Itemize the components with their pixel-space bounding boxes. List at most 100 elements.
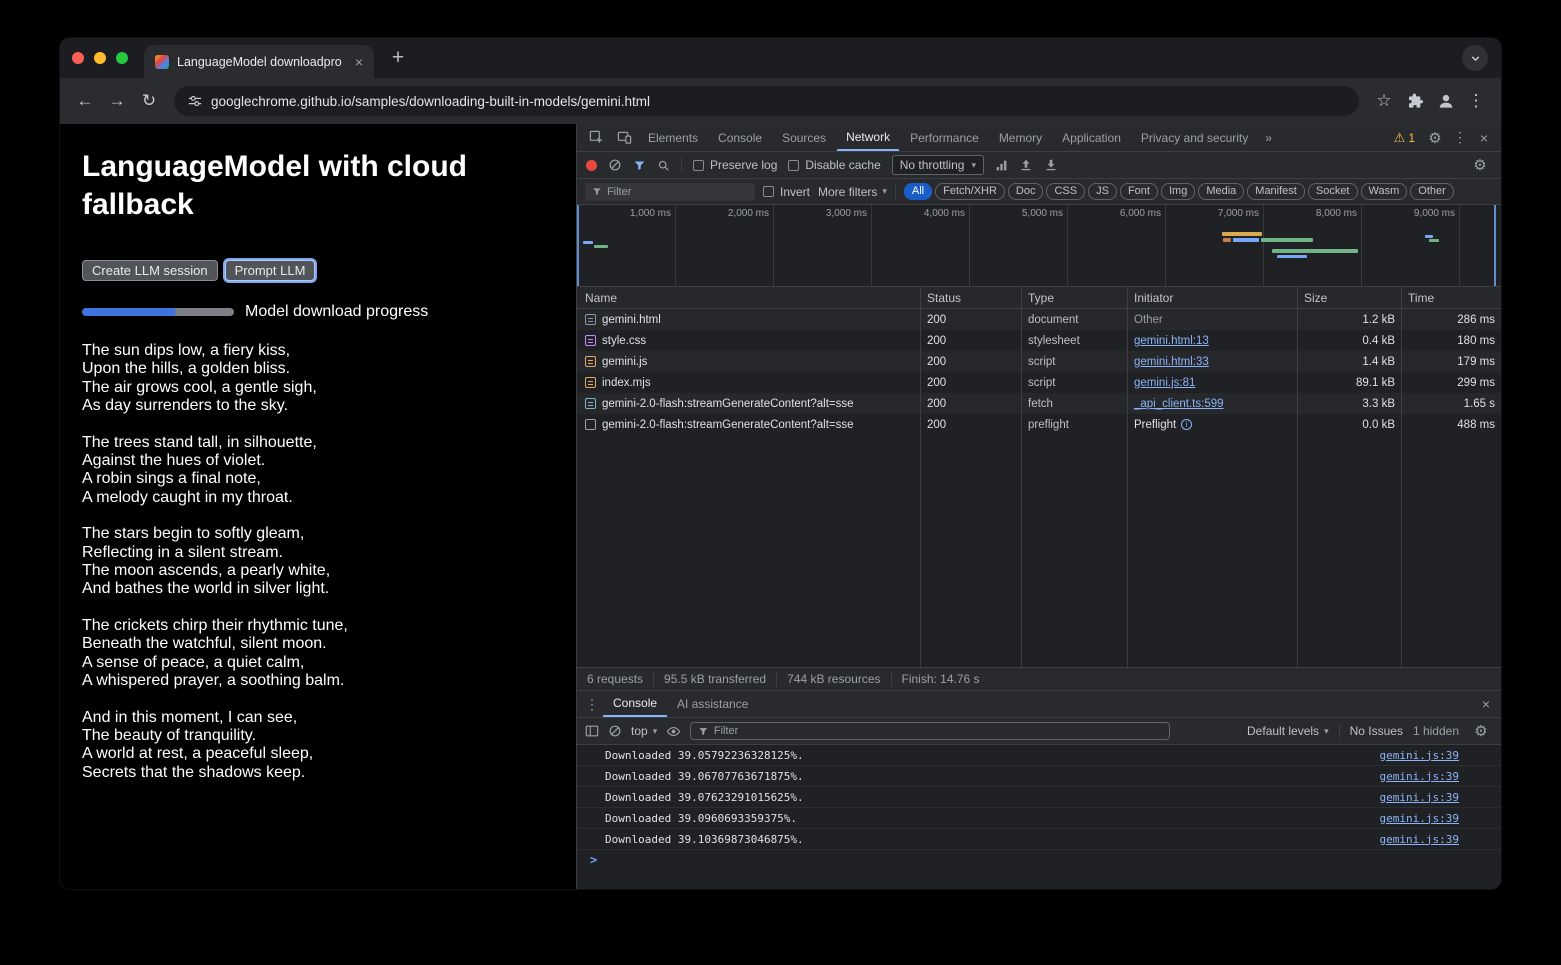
tab-performance[interactable]: Performance [901,125,988,151]
zoom-window-button[interactable] [116,52,128,64]
context-selector[interactable]: top ▾ [631,724,657,738]
record-network-log-button[interactable] [586,160,597,171]
console-source-link[interactable]: gemini.js:39 [1380,833,1459,846]
tab-sources[interactable]: Sources [773,125,835,151]
clear-console-icon[interactable] [608,724,622,738]
export-har-icon[interactable] [1044,158,1058,172]
initiator-link[interactable]: _api_client.ts:599 [1134,398,1224,410]
invert-filter-checkbox[interactable]: Invert [763,185,810,199]
console-source-link[interactable]: gemini.js:39 [1380,791,1459,804]
console-settings-icon[interactable]: ⚙ [1469,722,1493,740]
chip-all[interactable]: All [904,183,932,200]
tab-memory[interactable]: Memory [990,125,1051,151]
console-source-link[interactable]: gemini.js:39 [1380,770,1459,783]
devtools-settings-icon[interactable]: ⚙ [1423,129,1447,147]
new-tab-button[interactable]: + [384,44,412,72]
chip-other[interactable]: Other [1410,183,1454,200]
console-sidebar-icon[interactable] [585,724,599,738]
preserve-log-checkbox[interactable]: Preserve log [693,158,777,172]
create-llm-session-button[interactable]: Create LLM session [82,260,218,281]
console-filter-box[interactable] [690,722,1170,740]
column-type[interactable]: Type [1022,287,1128,308]
disable-cache-checkbox[interactable]: Disable cache [788,158,880,172]
chip-socket[interactable]: Socket [1308,183,1358,200]
more-filters-dropdown[interactable]: More filters ▾ [818,185,887,199]
drawer-menu-icon[interactable]: ⋮ [581,696,603,713]
info-icon[interactable]: i [1181,419,1192,430]
chip-media[interactable]: Media [1198,183,1244,200]
clear-network-log-icon[interactable] [608,158,622,172]
request-row-style-css[interactable]: style.css 200 stylesheet gemini.html:13 … [577,330,1501,351]
column-initiator[interactable]: Initiator [1128,287,1298,308]
bookmark-star-icon[interactable]: ☆ [1369,86,1399,116]
issues-status[interactable]: No Issues [1350,724,1403,738]
chip-font[interactable]: Font [1120,183,1158,200]
chip-fetch-xhr[interactable]: Fetch/XHR [935,183,1005,200]
timeline-left-handle[interactable] [577,205,579,286]
console-source-link[interactable]: gemini.js:39 [1380,812,1459,825]
tab-network[interactable]: Network [837,125,899,151]
tab-search-button[interactable] [1462,45,1488,71]
console-filter-input[interactable] [714,725,1162,737]
request-row-stream-generate-content[interactable]: gemini-2.0-flash:streamGenerateContent?a… [577,393,1501,414]
hidden-messages-count[interactable]: 1 hidden [1413,724,1459,738]
tab-privacy-and-security[interactable]: Privacy and security [1132,125,1257,151]
import-har-icon[interactable] [1019,158,1033,172]
chip-css[interactable]: CSS [1046,183,1085,200]
request-row-gemini-js[interactable]: gemini.js 200 script gemini.html:33 1.4 … [577,351,1501,372]
initiator-link[interactable]: gemini.html:33 [1134,356,1209,368]
drawer-close-icon[interactable]: × [1475,696,1497,712]
network-filter-box[interactable] [585,183,755,201]
log-levels-dropdown[interactable]: Default levels ▾ [1247,724,1329,738]
forward-button[interactable]: → [102,86,132,116]
request-row-index-mjs[interactable]: index.mjs 200 script gemini.js:81 89.1 k… [577,372,1501,393]
tab-elements[interactable]: Elements [639,125,707,151]
browser-menu-icon[interactable]: ⋮ [1461,86,1491,116]
initiator-link[interactable]: gemini.html:13 [1134,335,1209,347]
browser-tab[interactable]: LanguageModel downloadpro × [144,45,374,78]
device-toolbar-icon[interactable] [611,125,637,151]
column-status[interactable]: Status [921,287,1022,308]
request-row-stream-generate-content-preflight[interactable]: gemini-2.0-flash:streamGenerateContent?a… [577,414,1501,435]
chip-doc[interactable]: Doc [1008,183,1044,200]
network-settings-icon[interactable]: ⚙ [1468,156,1492,174]
back-button[interactable]: ← [70,86,100,116]
initiator-link[interactable]: gemini.js:81 [1134,377,1195,389]
network-filter-input[interactable] [607,186,748,198]
chip-img[interactable]: Img [1161,183,1195,200]
column-size[interactable]: Size [1298,287,1402,308]
profile-avatar[interactable] [1433,88,1459,114]
prompt-llm-button[interactable]: Prompt LLM [225,260,316,281]
request-row-gemini-html[interactable]: gemini.html 200 document Other 1.2 kB 28… [577,309,1501,330]
site-settings-icon[interactable] [188,94,202,108]
chip-wasm[interactable]: Wasm [1361,183,1408,200]
issues-warning-badge[interactable]: ⚠ 1 [1388,130,1421,146]
more-tabs-button[interactable]: » [1259,131,1278,145]
chip-manifest[interactable]: Manifest [1247,183,1305,200]
column-name[interactable]: Name [577,287,921,308]
network-conditions-icon[interactable] [995,159,1008,172]
throttling-select[interactable]: No throttling ▾ [892,155,984,175]
drawer-tab-ai-assistance[interactable]: AI assistance [667,692,758,717]
column-time[interactable]: Time [1402,287,1501,308]
network-overview-timeline[interactable]: 1,000 ms 2,000 ms 3,000 ms 4,000 ms 5,00… [577,205,1501,287]
console-source-link[interactable]: gemini.js:39 [1380,749,1459,762]
tab-application[interactable]: Application [1053,125,1130,151]
tab-console[interactable]: Console [709,125,771,151]
chip-js[interactable]: JS [1088,183,1117,200]
eye-icon[interactable] [666,724,681,739]
drawer-tab-console[interactable]: Console [603,692,667,717]
inspect-element-icon[interactable] [583,125,609,151]
close-window-button[interactable] [72,52,84,64]
devtools-close-icon[interactable]: × [1473,130,1495,146]
console-prompt[interactable]: > [577,850,1501,870]
reload-button[interactable]: ↻ [134,86,164,116]
search-icon[interactable] [657,159,670,172]
address-bar[interactable]: googlechrome.github.io/samples/downloadi… [174,86,1359,116]
timeline-right-handle[interactable] [1494,205,1496,286]
tab-close-icon[interactable]: × [352,54,366,70]
extensions-icon[interactable] [1401,86,1431,116]
devtools-menu-icon[interactable]: ⋮ [1449,129,1471,146]
filter-funnel-icon[interactable] [633,159,646,172]
minimize-window-button[interactable] [94,52,106,64]
